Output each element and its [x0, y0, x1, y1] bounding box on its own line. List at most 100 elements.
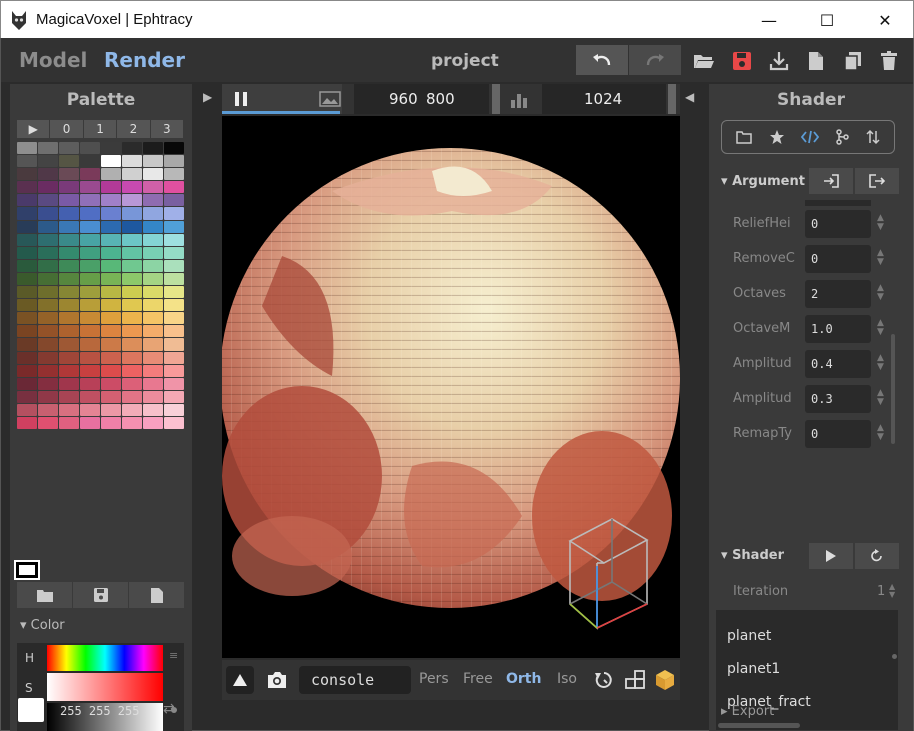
palette-color-swatch[interactable] — [101, 181, 121, 194]
palette-color-swatch[interactable] — [38, 325, 58, 338]
palette-color-swatch[interactable] — [122, 246, 142, 259]
palette-color-swatch[interactable] — [164, 312, 184, 325]
palette-color-swatch[interactable] — [164, 246, 184, 259]
palette-color-swatch[interactable] — [164, 272, 184, 286]
palette-color-swatch[interactable] — [38, 299, 58, 312]
palette-color-swatch[interactable] — [59, 390, 79, 403]
palette-new-button[interactable] — [129, 582, 184, 608]
palette-color-swatch[interactable] — [101, 351, 121, 364]
palette-color-swatch[interactable] — [101, 403, 121, 416]
palette-color-swatch[interactable] — [17, 233, 37, 246]
palette-color-swatch[interactable] — [122, 312, 142, 325]
palette-color-swatch[interactable] — [80, 168, 100, 181]
palette-color-swatch[interactable] — [122, 259, 142, 272]
palette-color-swatch[interactable] — [80, 207, 100, 220]
pause-icon[interactable] — [234, 92, 248, 106]
palette-color-swatch[interactable] — [17, 220, 37, 233]
palette-color-swatch[interactable] — [17, 142, 37, 155]
maximize-button[interactable]: ☐ — [798, 1, 856, 39]
palette-color-swatch[interactable] — [143, 194, 163, 207]
palette-color-swatch[interactable] — [59, 142, 79, 155]
palette-color-swatch[interactable] — [143, 403, 163, 416]
palette-color-swatch[interactable] — [143, 220, 163, 233]
camera-icon[interactable] — [266, 670, 288, 690]
palette-color-swatch[interactable] — [17, 155, 37, 168]
palette-color-swatch[interactable] — [101, 325, 121, 338]
palette-color-swatch[interactable] — [101, 312, 121, 325]
project-name[interactable]: project — [431, 51, 499, 71]
palette-color-swatch[interactable] — [164, 377, 184, 390]
palette-color-swatch[interactable] — [80, 194, 100, 207]
palette-color-swatch[interactable] — [164, 233, 184, 246]
palette-color-swatch[interactable] — [143, 233, 163, 246]
samples-field[interactable]: 1024 — [542, 84, 666, 114]
open-folder-button[interactable] — [691, 48, 717, 74]
palette-color-swatch[interactable] — [164, 390, 184, 403]
palette-color-swatch[interactable] — [101, 338, 121, 351]
palette-color-swatch[interactable] — [17, 259, 37, 272]
menu-lines-icon[interactable]: ≡ — [169, 649, 178, 662]
palette-color-swatch[interactable] — [101, 220, 121, 233]
spinner-icon[interactable]: ▲ ▼ — [877, 249, 884, 267]
palette-color-swatch[interactable] — [17, 299, 37, 312]
palette-color-swatch[interactable] — [80, 272, 100, 286]
palette-color-swatch[interactable] — [122, 142, 142, 155]
palette-color-swatch[interactable] — [17, 207, 37, 220]
palette-color-swatch[interactable] — [59, 338, 79, 351]
free-mode-button[interactable]: Free — [463, 671, 493, 687]
argument-value-input[interactable]: 0.3 — [805, 385, 871, 413]
palette-color-swatch[interactable] — [101, 259, 121, 272]
palette-color-swatch[interactable] — [101, 286, 121, 299]
palette-color-swatch[interactable] — [59, 377, 79, 390]
palette-color-swatch[interactable] — [164, 194, 184, 207]
palette-color-swatch[interactable] — [122, 377, 142, 390]
hue-slider[interactable] — [47, 645, 163, 671]
palette-color-swatch[interactable] — [38, 233, 58, 246]
palette-color-swatch[interactable] — [38, 377, 58, 390]
orth-mode-button[interactable]: Orth — [506, 671, 541, 687]
palette-color-swatch[interactable] — [17, 325, 37, 338]
palette-color-swatch[interactable] — [101, 246, 121, 259]
palette-color-swatch[interactable] — [17, 390, 37, 403]
palette-color-swatch[interactable] — [80, 299, 100, 312]
spinner-icon[interactable]: ▲ ▼ — [877, 424, 884, 442]
palette-color-swatch[interactable] — [122, 403, 142, 416]
palette-color-swatch[interactable] — [164, 207, 184, 220]
palette-color-swatch[interactable] — [164, 155, 184, 168]
palette-color-swatch[interactable] — [80, 325, 100, 338]
palette-color-swatch[interactable] — [38, 364, 58, 377]
palette-color-swatch[interactable] — [38, 403, 58, 416]
render-mode-tab[interactable]: Render — [104, 48, 185, 72]
palette-color-swatch[interactable] — [143, 181, 163, 194]
argument-scrollbar[interactable] — [891, 334, 895, 444]
palette-color-swatch[interactable] — [143, 338, 163, 351]
palette-color-swatch[interactable] — [143, 390, 163, 403]
palette-color-swatch[interactable] — [59, 403, 79, 416]
palette-color-swatch[interactable] — [38, 207, 58, 220]
palette-color-swatch[interactable] — [101, 168, 121, 181]
palette-tab-arrow[interactable]: ▶ — [17, 120, 50, 138]
palette-color-swatch[interactable] — [143, 168, 163, 181]
reset-shader-button[interactable] — [855, 543, 899, 569]
palette-color-swatch[interactable] — [59, 272, 79, 286]
pers-mode-button[interactable]: Pers — [419, 671, 449, 687]
reset-view-icon[interactable] — [594, 670, 614, 690]
list-horizontal-scrollbar[interactable] — [718, 723, 800, 728]
palette-tab-2[interactable]: 2 — [117, 120, 150, 138]
rgb-value[interactable]: 255 255 255 — [60, 704, 139, 718]
palette-color-swatch[interactable] — [122, 168, 142, 181]
palette-color-swatch[interactable] — [101, 416, 121, 430]
palette-color-swatch[interactable] — [101, 233, 121, 246]
palette-color-swatch[interactable] — [80, 312, 100, 325]
palette-color-swatch[interactable] — [59, 233, 79, 246]
layout-grid-icon[interactable] — [625, 670, 645, 690]
palette-color-swatch[interactable] — [143, 286, 163, 299]
palette-color-swatch[interactable] — [59, 299, 79, 312]
palette-color-swatch[interactable] — [164, 351, 184, 364]
palette-color-swatch[interactable] — [80, 233, 100, 246]
palette-color-swatch[interactable] — [38, 246, 58, 259]
palette-color-swatch[interactable] — [122, 325, 142, 338]
palette-color-swatch[interactable] — [80, 390, 100, 403]
palette-color-swatch[interactable] — [38, 181, 58, 194]
palette-color-swatch[interactable] — [59, 351, 79, 364]
